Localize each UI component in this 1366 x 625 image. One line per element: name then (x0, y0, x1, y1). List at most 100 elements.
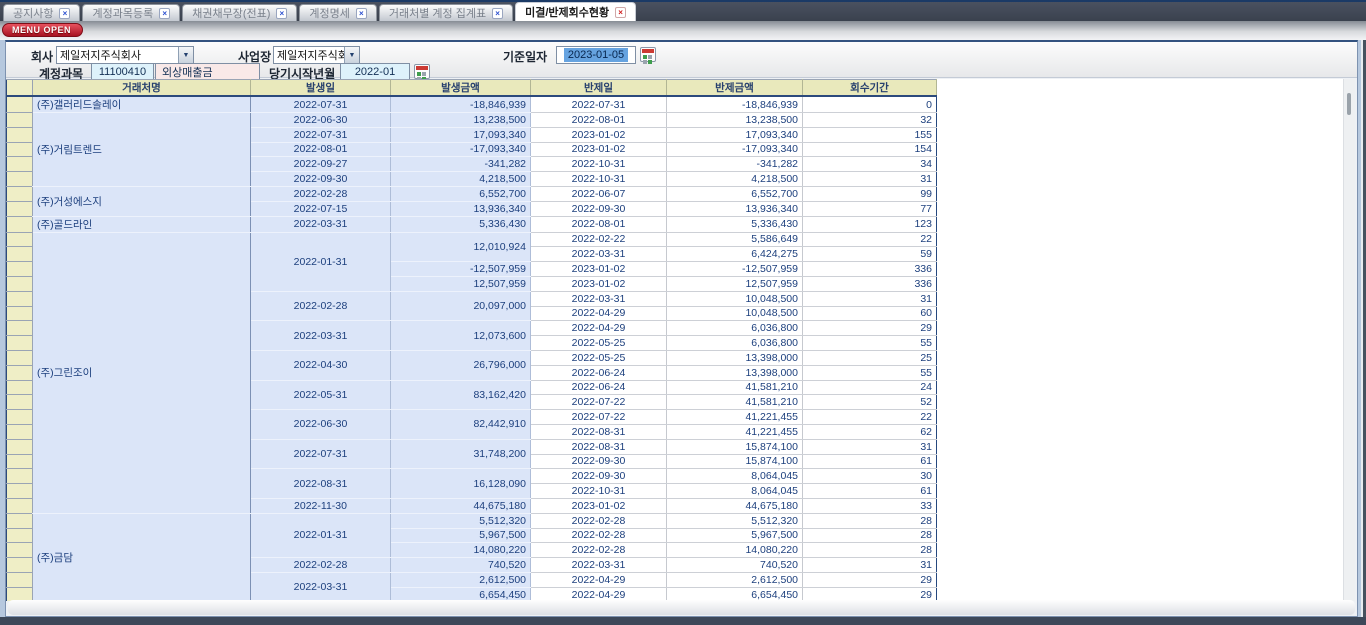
row-header-cell[interactable] (7, 127, 33, 142)
settle-amount-cell[interactable]: 41,221,455 (667, 424, 803, 439)
settle-date-cell[interactable]: 2022-06-24 (531, 380, 667, 395)
settle-date-cell[interactable]: 2022-10-31 (531, 157, 667, 172)
settle-date-cell[interactable]: 2022-04-29 (531, 321, 667, 336)
row-header-cell[interactable] (7, 321, 33, 336)
occur-amount-cell[interactable]: -18,846,939 (391, 96, 531, 113)
close-icon[interactable]: × (356, 8, 367, 19)
collect-days-cell[interactable]: 28 (803, 513, 937, 528)
collect-days-cell[interactable]: 29 (803, 321, 937, 336)
settle-amount-cell[interactable]: 5,336,430 (667, 216, 803, 232)
collect-days-cell[interactable]: 22 (803, 410, 937, 425)
row-header-cell[interactable] (7, 395, 33, 410)
settle-date-cell[interactable]: 2022-07-31 (531, 96, 667, 113)
collect-days-cell[interactable]: 62 (803, 424, 937, 439)
occur-date-cell[interactable]: 2022-04-30 (251, 350, 391, 380)
occur-date-cell[interactable]: 2022-02-28 (251, 291, 391, 321)
row-header-cell[interactable] (7, 142, 33, 157)
settle-amount-cell[interactable]: -17,093,340 (667, 142, 803, 157)
row-header-cell[interactable] (7, 484, 33, 499)
occur-amount-cell[interactable]: 740,520 (391, 558, 531, 573)
settle-amount-cell[interactable]: 15,874,100 (667, 439, 803, 454)
row-header-cell[interactable] (7, 513, 33, 528)
settle-amount-cell[interactable]: 13,398,000 (667, 350, 803, 365)
occur-date-cell[interactable]: 2022-03-31 (251, 216, 391, 232)
occur-amount-cell[interactable]: 17,093,340 (391, 127, 531, 142)
occur-amount-cell[interactable]: 2,612,500 (391, 572, 531, 587)
settle-date-cell[interactable]: 2023-01-02 (531, 498, 667, 513)
settle-date-cell[interactable]: 2022-04-29 (531, 572, 667, 587)
base-date-input[interactable]: 2023-01-05 (556, 46, 636, 64)
row-header-cell[interactable] (7, 247, 33, 262)
settle-amount-cell[interactable]: 5,586,649 (667, 232, 803, 247)
chevron-down-icon[interactable]: ▼ (178, 47, 193, 63)
settle-date-cell[interactable]: 2022-04-29 (531, 306, 667, 321)
settle-date-cell[interactable]: 2022-07-22 (531, 410, 667, 425)
collect-days-cell[interactable]: 34 (803, 157, 937, 172)
collect-days-cell[interactable]: 31 (803, 291, 937, 306)
customer-name-cell[interactable]: (주)그린조이 (33, 232, 251, 513)
collect-days-cell[interactable]: 61 (803, 484, 937, 499)
settle-amount-cell[interactable]: 13,238,500 (667, 113, 803, 128)
row-header-cell[interactable] (7, 232, 33, 247)
occur-date-cell[interactable]: 2022-02-28 (251, 186, 391, 201)
row-header-cell[interactable] (7, 172, 33, 187)
tab-3[interactable]: 계정명세× (299, 4, 376, 21)
occur-amount-cell[interactable]: 13,936,340 (391, 201, 531, 216)
settle-amount-cell[interactable]: 5,512,320 (667, 513, 803, 528)
settle-amount-cell[interactable]: -341,282 (667, 157, 803, 172)
collect-days-cell[interactable]: 29 (803, 572, 937, 587)
collect-days-cell[interactable]: 77 (803, 201, 937, 216)
occur-date-cell[interactable]: 2022-07-31 (251, 96, 391, 113)
collect-days-cell[interactable]: 60 (803, 306, 937, 321)
row-header-cell[interactable] (7, 201, 33, 216)
occur-amount-cell[interactable]: 13,238,500 (391, 113, 531, 128)
collect-days-cell[interactable]: 99 (803, 186, 937, 201)
collect-days-cell[interactable]: 52 (803, 395, 937, 410)
occur-amount-cell[interactable]: 12,073,600 (391, 321, 531, 351)
occur-amount-cell[interactable]: 26,796,000 (391, 350, 531, 380)
settle-date-cell[interactable]: 2022-02-28 (531, 543, 667, 558)
settle-date-cell[interactable]: 2022-02-22 (531, 232, 667, 247)
calendar-icon[interactable] (414, 64, 430, 79)
settle-amount-cell[interactable]: 4,218,500 (667, 172, 803, 187)
occur-date-cell[interactable]: 2022-03-31 (251, 321, 391, 351)
occur-amount-cell[interactable]: 5,336,430 (391, 216, 531, 232)
settle-amount-cell[interactable]: -12,507,959 (667, 262, 803, 277)
row-header-cell[interactable] (7, 454, 33, 469)
occur-amount-cell[interactable]: 83,162,420 (391, 380, 531, 410)
occur-date-cell[interactable]: 2022-05-31 (251, 380, 391, 410)
occur-amount-cell[interactable]: -341,282 (391, 157, 531, 172)
row-header-cell[interactable] (7, 350, 33, 365)
collect-days-cell[interactable]: 22 (803, 232, 937, 247)
collect-days-cell[interactable]: 31 (803, 439, 937, 454)
settle-amount-cell[interactable]: 740,520 (667, 558, 803, 573)
settle-date-cell[interactable]: 2022-02-28 (531, 513, 667, 528)
row-header-cell[interactable] (7, 558, 33, 573)
row-header-cell[interactable] (7, 157, 33, 172)
collect-days-cell[interactable]: 55 (803, 336, 937, 351)
row-header-cell[interactable] (7, 216, 33, 232)
settle-date-cell[interactable]: 2022-02-28 (531, 528, 667, 543)
row-header-cell[interactable] (7, 572, 33, 587)
settle-date-cell[interactable]: 2023-01-02 (531, 127, 667, 142)
occur-amount-cell[interactable]: 82,442,910 (391, 410, 531, 440)
settle-date-cell[interactable]: 2022-08-31 (531, 439, 667, 454)
close-icon[interactable]: × (159, 8, 170, 19)
row-header-cell[interactable] (7, 291, 33, 306)
occur-date-cell[interactable]: 2022-08-31 (251, 469, 391, 499)
settle-date-cell[interactable]: 2022-09-30 (531, 469, 667, 484)
vertical-scrollbar[interactable] (1343, 79, 1355, 601)
settle-date-cell[interactable]: 2022-09-30 (531, 201, 667, 216)
occur-amount-cell[interactable]: 5,512,320 (391, 513, 531, 528)
collect-days-cell[interactable]: 336 (803, 276, 937, 291)
occur-date-cell[interactable]: 2022-11-30 (251, 498, 391, 513)
occur-amount-cell[interactable]: 20,097,000 (391, 291, 531, 321)
settle-amount-cell[interactable]: -18,846,939 (667, 96, 803, 113)
settle-date-cell[interactable]: 2023-01-02 (531, 142, 667, 157)
occur-amount-cell[interactable]: 6,654,450 (391, 587, 531, 601)
occur-amount-cell[interactable]: 12,010,924 (391, 232, 531, 262)
settle-amount-cell[interactable]: 12,507,959 (667, 276, 803, 291)
settle-amount-cell[interactable]: 44,675,180 (667, 498, 803, 513)
occur-amount-cell[interactable]: -12,507,959 (391, 262, 531, 277)
row-header-cell[interactable] (7, 469, 33, 484)
